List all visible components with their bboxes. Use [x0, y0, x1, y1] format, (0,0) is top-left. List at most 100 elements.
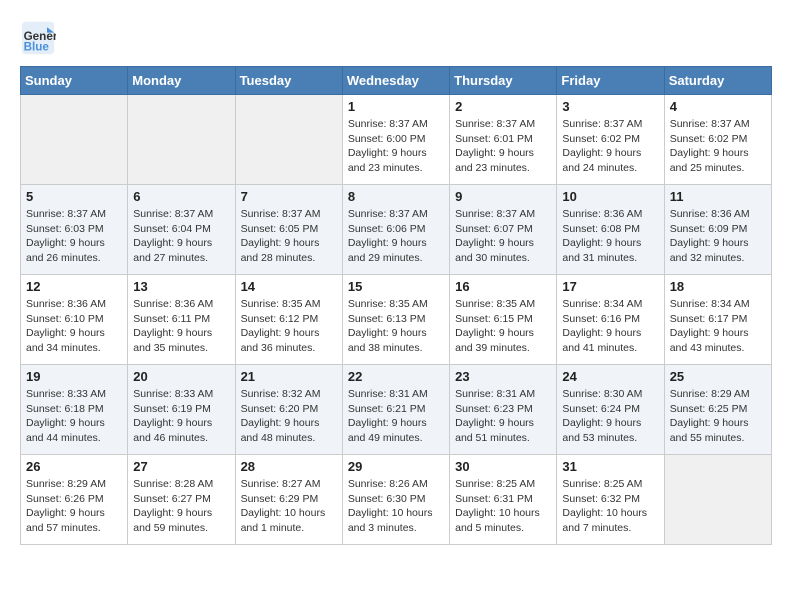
calendar-week-row: 1 Sunrise: 8:37 AM Sunset: 6:00 PM Daylig… [21, 95, 772, 185]
day-info: Sunrise: 8:37 AM Sunset: 6:02 PM Dayligh… [562, 117, 658, 176]
day-info: Sunrise: 8:34 AM Sunset: 6:16 PM Dayligh… [562, 297, 658, 356]
header: General Blue [20, 20, 772, 56]
day-number: 18 [670, 279, 766, 294]
day-number: 16 [455, 279, 551, 294]
day-number: 4 [670, 99, 766, 114]
day-info: Sunrise: 8:29 AM Sunset: 6:26 PM Dayligh… [26, 477, 122, 536]
calendar-cell: 2 Sunrise: 8:37 AM Sunset: 6:01 PM Daylig… [450, 95, 557, 185]
day-number: 6 [133, 189, 229, 204]
calendar-cell: 24Sunrise: 8:30 AM Sunset: 6:24 PM Dayli… [557, 365, 664, 455]
calendar-cell: 15 Sunrise: 8:35 AM Sunset: 6:13 PM Dayli… [342, 275, 449, 365]
weekday-header-row: SundayMondayTuesdayWednesdayThursdayFrid… [21, 67, 772, 95]
calendar-cell: 19 Sunrise: 8:33 AM Sunset: 6:18 PM Dayli… [21, 365, 128, 455]
weekday-header: Friday [557, 67, 664, 95]
calendar-cell: 12 Sunrise: 8:36 AM Sunset: 6:10 PM Dayli… [21, 275, 128, 365]
calendar-cell: 8 Sunrise: 8:37 AM Sunset: 6:06 PM Daylig… [342, 185, 449, 275]
day-info: Sunrise: 8:35 AM Sunset: 6:13 PM Dayligh… [348, 297, 444, 356]
day-info: Sunrise: 8:37 AM Sunset: 6:04 PM Dayligh… [133, 207, 229, 266]
calendar-cell: 11 Sunrise: 8:36 AM Sunset: 6:09 PM Dayli… [664, 185, 771, 275]
day-number: 25 [670, 369, 766, 384]
day-info: Sunrise: 8:32 AM Sunset: 6:20 PM Dayligh… [241, 387, 337, 446]
day-info: Sunrise: 8:34 AM Sunset: 6:17 PM Dayligh… [670, 297, 766, 356]
day-info: Sunrise: 8:36 AM Sunset: 6:08 PM Dayligh… [562, 207, 658, 266]
calendar-cell: 26 Sunrise: 8:29 AM Sunset: 6:26 PM Dayli… [21, 455, 128, 545]
calendar-cell: 4 Sunrise: 8:37 AM Sunset: 6:02 PM Daylig… [664, 95, 771, 185]
svg-text:Blue: Blue [24, 41, 50, 54]
calendar-cell: 5 Sunrise: 8:37 AM Sunset: 6:03 PM Daylig… [21, 185, 128, 275]
calendar-cell: 17Sunrise: 8:34 AM Sunset: 6:16 PM Dayli… [557, 275, 664, 365]
day-number: 29 [348, 459, 444, 474]
calendar-cell: 6 Sunrise: 8:37 AM Sunset: 6:04 PM Daylig… [128, 185, 235, 275]
calendar-cell: 1 Sunrise: 8:37 AM Sunset: 6:00 PM Daylig… [342, 95, 449, 185]
page: General Blue SundayMondayTuesdayWednesda… [0, 0, 792, 555]
day-number: 20 [133, 369, 229, 384]
weekday-header: Thursday [450, 67, 557, 95]
calendar-cell: 13Sunrise: 8:36 AM Sunset: 6:11 PM Dayli… [128, 275, 235, 365]
calendar-cell: 16 Sunrise: 8:35 AM Sunset: 6:15 PM Dayli… [450, 275, 557, 365]
day-info: Sunrise: 8:28 AM Sunset: 6:27 PM Dayligh… [133, 477, 229, 536]
day-number: 13 [133, 279, 229, 294]
calendar-cell: 23Sunrise: 8:31 AM Sunset: 6:23 PM Dayli… [450, 365, 557, 455]
calendar-table: SundayMondayTuesdayWednesdayThursdayFrid… [20, 66, 772, 545]
calendar-cell: 21Sunrise: 8:32 AM Sunset: 6:20 PM Dayli… [235, 365, 342, 455]
calendar-cell: 14 Sunrise: 8:35 AM Sunset: 6:12 PM Dayli… [235, 275, 342, 365]
day-number: 12 [26, 279, 122, 294]
day-number: 5 [26, 189, 122, 204]
day-number: 30 [455, 459, 551, 474]
calendar-cell: 31 Sunrise: 8:25 AM Sunset: 6:32 PM Dayli… [557, 455, 664, 545]
day-info: Sunrise: 8:33 AM Sunset: 6:18 PM Dayligh… [26, 387, 122, 446]
weekday-header: Saturday [664, 67, 771, 95]
day-info: Sunrise: 8:25 AM Sunset: 6:31 PM Dayligh… [455, 477, 551, 536]
day-info: Sunrise: 8:37 AM Sunset: 6:00 PM Dayligh… [348, 117, 444, 176]
day-info: Sunrise: 8:37 AM Sunset: 6:03 PM Dayligh… [26, 207, 122, 266]
calendar-cell: 7 Sunrise: 8:37 AM Sunset: 6:05 PM Daylig… [235, 185, 342, 275]
day-info: Sunrise: 8:37 AM Sunset: 6:05 PM Dayligh… [241, 207, 337, 266]
day-number: 7 [241, 189, 337, 204]
day-number: 31 [562, 459, 658, 474]
weekday-header: Tuesday [235, 67, 342, 95]
calendar-cell: 25Sunrise: 8:29 AM Sunset: 6:25 PM Dayli… [664, 365, 771, 455]
day-info: Sunrise: 8:36 AM Sunset: 6:10 PM Dayligh… [26, 297, 122, 356]
day-info: Sunrise: 8:27 AM Sunset: 6:29 PM Dayligh… [241, 477, 337, 536]
calendar-cell: 30 Sunrise: 8:25 AM Sunset: 6:31 PM Dayli… [450, 455, 557, 545]
calendar-cell: 28Sunrise: 8:27 AM Sunset: 6:29 PM Dayli… [235, 455, 342, 545]
day-info: Sunrise: 8:26 AM Sunset: 6:30 PM Dayligh… [348, 477, 444, 536]
day-info: Sunrise: 8:35 AM Sunset: 6:15 PM Dayligh… [455, 297, 551, 356]
day-info: Sunrise: 8:37 AM Sunset: 6:07 PM Dayligh… [455, 207, 551, 266]
calendar-cell [235, 95, 342, 185]
weekday-header: Wednesday [342, 67, 449, 95]
weekday-header: Sunday [21, 67, 128, 95]
day-number: 15 [348, 279, 444, 294]
calendar-cell: 20Sunrise: 8:33 AM Sunset: 6:19 PM Dayli… [128, 365, 235, 455]
day-number: 1 [348, 99, 444, 114]
day-info: Sunrise: 8:36 AM Sunset: 6:09 PM Dayligh… [670, 207, 766, 266]
day-number: 9 [455, 189, 551, 204]
day-info: Sunrise: 8:37 AM Sunset: 6:01 PM Dayligh… [455, 117, 551, 176]
logo: General Blue [20, 20, 60, 56]
day-number: 19 [26, 369, 122, 384]
calendar-cell: 18 Sunrise: 8:34 AM Sunset: 6:17 PM Dayli… [664, 275, 771, 365]
day-info: Sunrise: 8:37 AM Sunset: 6:02 PM Dayligh… [670, 117, 766, 176]
calendar-cell: 29 Sunrise: 8:26 AM Sunset: 6:30 PM Dayli… [342, 455, 449, 545]
day-number: 10 [562, 189, 658, 204]
day-number: 14 [241, 279, 337, 294]
day-info: Sunrise: 8:25 AM Sunset: 6:32 PM Dayligh… [562, 477, 658, 536]
day-info: Sunrise: 8:31 AM Sunset: 6:21 PM Dayligh… [348, 387, 444, 446]
day-number: 11 [670, 189, 766, 204]
day-number: 8 [348, 189, 444, 204]
calendar-cell: 3 Sunrise: 8:37 AM Sunset: 6:02 PM Daylig… [557, 95, 664, 185]
day-number: 23 [455, 369, 551, 384]
calendar-week-row: 19 Sunrise: 8:33 AM Sunset: 6:18 PM Dayli… [21, 365, 772, 455]
day-number: 26 [26, 459, 122, 474]
day-info: Sunrise: 8:37 AM Sunset: 6:06 PM Dayligh… [348, 207, 444, 266]
day-number: 2 [455, 99, 551, 114]
day-info: Sunrise: 8:35 AM Sunset: 6:12 PM Dayligh… [241, 297, 337, 356]
day-number: 24 [562, 369, 658, 384]
calendar-cell [21, 95, 128, 185]
calendar-cell [664, 455, 771, 545]
day-number: 3 [562, 99, 658, 114]
calendar-cell: 9 Sunrise: 8:37 AM Sunset: 6:07 PM Daylig… [450, 185, 557, 275]
calendar-cell: 27 Sunrise: 8:28 AM Sunset: 6:27 PM Dayli… [128, 455, 235, 545]
day-number: 27 [133, 459, 229, 474]
day-number: 22 [348, 369, 444, 384]
